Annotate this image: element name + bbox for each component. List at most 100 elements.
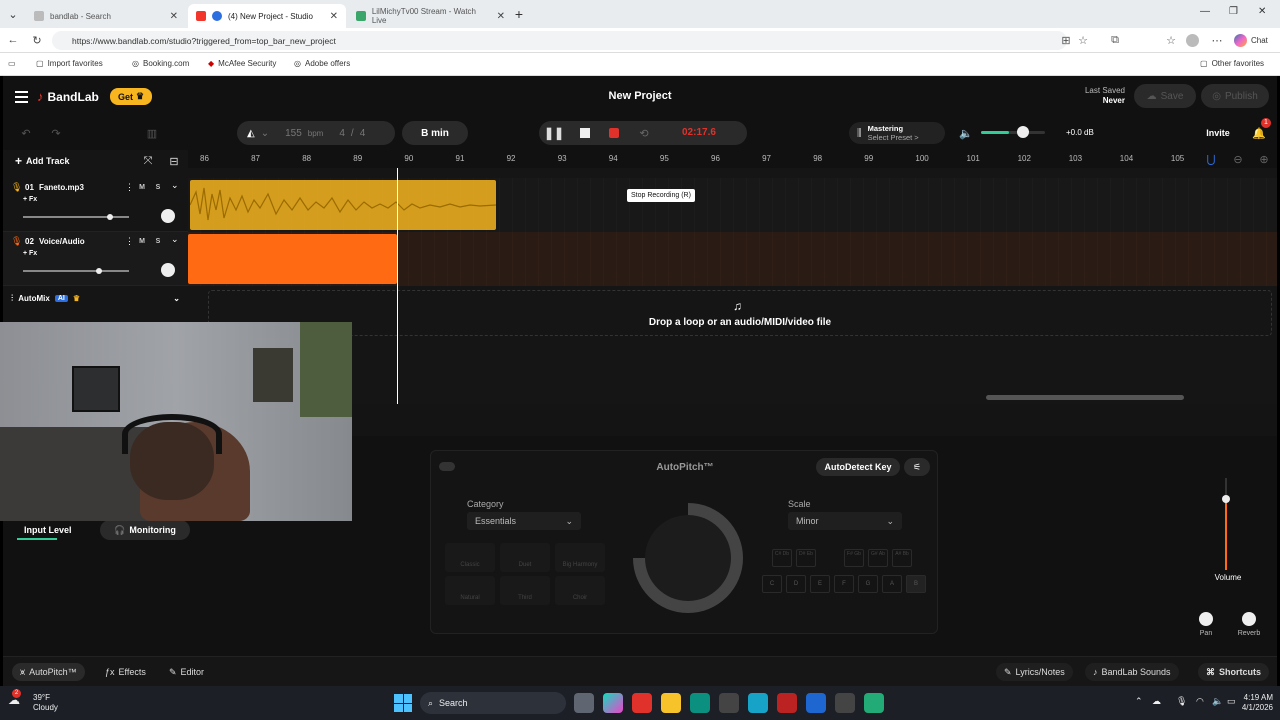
refresh-icon[interactable]: ↻ bbox=[26, 29, 48, 51]
lyrics-notes-button[interactable]: ✎ Lyrics/Notes bbox=[996, 663, 1073, 681]
drop-zone[interactable]: ♫ Drop a loop or an audio/MIDI/video fil… bbox=[208, 290, 1272, 336]
key-button[interactable]: F# Gb bbox=[844, 549, 864, 567]
playhead[interactable] bbox=[397, 168, 398, 404]
piano-icon[interactable]: ▥ bbox=[141, 122, 163, 144]
favorite-import[interactable]: ▢ Import favorites bbox=[36, 59, 103, 68]
track-row[interactable]: 🎙 01 Faneto.mp3 ⋮ M S ⌄ + Fx bbox=[3, 178, 188, 232]
key-button[interactable]: G# Ab bbox=[868, 549, 888, 567]
pause-icon[interactable]: ❚❚ bbox=[543, 122, 565, 144]
settings-sliders-icon[interactable]: ⚟ bbox=[904, 458, 930, 476]
category-select[interactable]: Essentials ⌄ bbox=[467, 512, 581, 530]
extensions-icon[interactable]: ⧉ bbox=[1104, 29, 1126, 51]
app-icon[interactable] bbox=[632, 693, 652, 713]
track-volume-slider[interactable] bbox=[23, 270, 129, 272]
reverb-knob[interactable] bbox=[1242, 612, 1256, 626]
key-button[interactable]: G bbox=[858, 575, 878, 593]
save-button[interactable]: ☁ Save bbox=[1134, 84, 1196, 108]
effect-option[interactable]: Third bbox=[500, 576, 550, 605]
browser-tab-studio[interactable]: (4) New Project - Studio ✕ bbox=[188, 4, 346, 28]
key-button[interactable]: A# Bb bbox=[892, 549, 912, 567]
track-pan-knob[interactable] bbox=[161, 263, 175, 277]
reading-icon[interactable]: ▭ bbox=[8, 59, 16, 68]
favorites-icon[interactable]: ☆ bbox=[1160, 29, 1182, 51]
mic-icon[interactable]: 🎙 bbox=[1176, 696, 1187, 707]
effect-option[interactable]: Duet bbox=[500, 543, 550, 572]
profile-avatar[interactable] bbox=[1186, 34, 1199, 47]
more-icon[interactable]: ⋮ bbox=[125, 236, 134, 247]
bpm-value[interactable]: 155 bbox=[285, 128, 302, 139]
close-window-icon[interactable]: ✕ bbox=[1258, 6, 1266, 17]
tab-editor[interactable]: ✎ Editor bbox=[161, 663, 212, 681]
track-row[interactable]: 🎙 02 Voice/Audio ⋮ M S ⌄ + Fx bbox=[3, 232, 188, 286]
loop-icon[interactable]: ⟲ bbox=[633, 122, 655, 144]
solo-button[interactable]: S bbox=[152, 181, 164, 193]
monitoring-button[interactable]: 🎧 Monitoring bbox=[100, 520, 190, 540]
chevron-down-icon[interactable]: ⌄ bbox=[171, 234, 179, 245]
store-icon[interactable] bbox=[835, 693, 855, 713]
key-button[interactable]: C bbox=[762, 575, 782, 593]
key-button[interactable]: B bbox=[906, 575, 926, 593]
mcafee-icon[interactable] bbox=[777, 693, 797, 713]
effect-option[interactable]: Choir bbox=[555, 576, 605, 605]
key-button[interactable]: D bbox=[786, 575, 806, 593]
chevron-down-icon[interactable]: ⌄ bbox=[171, 180, 179, 191]
recording-clip-voice[interactable] bbox=[188, 234, 397, 284]
shortcuts-button[interactable]: ⌘ Shortcuts bbox=[1198, 663, 1270, 681]
timeline-ruler[interactable]: 86 87 88 89 90 91 92 93 94 95 96 97 98 99 100 101 102 103… bbox=[188, 150, 1277, 168]
solo-button[interactable]: S bbox=[152, 235, 164, 247]
track-pan-knob[interactable] bbox=[161, 209, 175, 223]
track-name[interactable]: Faneto.mp3 bbox=[39, 183, 84, 192]
close-tab-icon[interactable]: ✕ bbox=[170, 11, 178, 22]
volume-fader-track[interactable] bbox=[1225, 478, 1227, 570]
strength-dial[interactable] bbox=[633, 503, 743, 613]
track-settings-icon[interactable]: ⊟ bbox=[163, 150, 185, 172]
new-tab-icon[interactable]: + bbox=[508, 3, 530, 25]
bandlab-logo[interactable]: ♪ BandLab bbox=[37, 89, 99, 104]
time-sig-numerator[interactable]: 4 bbox=[339, 128, 345, 139]
autopitch-toggle[interactable] bbox=[439, 462, 455, 471]
automix-row[interactable]: ⫶ AutoMix AI ♛ ⌄ bbox=[3, 286, 188, 310]
autodetect-key-button[interactable]: AutoDetect Key bbox=[816, 458, 900, 476]
hamburger-menu-icon[interactable] bbox=[15, 91, 28, 103]
task-view-icon[interactable] bbox=[574, 693, 594, 713]
undo-icon[interactable]: ↶ bbox=[15, 122, 37, 144]
wifi-icon[interactable]: ◠ bbox=[1196, 696, 1204, 707]
record-stop-icon[interactable] bbox=[609, 128, 619, 138]
effect-option[interactable]: Natural bbox=[445, 576, 495, 605]
bandlab-sounds-button[interactable]: ♪ BandLab Sounds bbox=[1085, 663, 1179, 681]
stop-icon[interactable] bbox=[580, 128, 590, 138]
tab-autopitch[interactable]: ⩙ AutoPitch™ bbox=[12, 663, 85, 681]
zoom-out-icon[interactable]: ⊖ bbox=[1227, 148, 1249, 170]
effect-option[interactable]: Big Harmony bbox=[555, 543, 605, 572]
favorite-adobe[interactable]: ◎ Adobe offers bbox=[294, 59, 350, 68]
edge-icon[interactable] bbox=[690, 693, 710, 713]
speaker-icon[interactable]: 🔈 bbox=[955, 122, 977, 144]
track-volume-handle[interactable] bbox=[106, 214, 113, 220]
project-title[interactable]: New Project bbox=[563, 90, 717, 102]
key-button[interactable]: E bbox=[810, 575, 830, 593]
wand-icon[interactable]: ⤧ bbox=[137, 150, 159, 172]
tab-effects[interactable]: ƒx Effects bbox=[97, 663, 154, 681]
volume-icon[interactable]: 🔈 bbox=[1212, 696, 1223, 707]
close-tab-icon[interactable]: ✕ bbox=[497, 11, 505, 22]
tab-actions-icon[interactable]: ⌄ bbox=[2, 3, 24, 25]
key-button[interactable]: C# Db bbox=[772, 549, 792, 567]
mute-button[interactable]: M bbox=[136, 181, 148, 193]
track-volume-handle[interactable] bbox=[96, 268, 103, 274]
add-fx-button[interactable]: + Fx bbox=[23, 250, 37, 257]
browser-tab-search[interactable]: bandlab - Search ✕ bbox=[26, 4, 186, 28]
mail-icon[interactable] bbox=[806, 693, 826, 713]
back-icon[interactable]: ← bbox=[2, 29, 24, 51]
minimize-icon[interactable]: — bbox=[1200, 6, 1210, 17]
effect-option[interactable]: Classic bbox=[445, 543, 495, 572]
redo-icon[interactable]: ↷ bbox=[45, 122, 67, 144]
copilot-chat-button[interactable]: Chat bbox=[1234, 34, 1268, 47]
volume-fader-handle[interactable] bbox=[1222, 495, 1230, 503]
key-button[interactable]: F bbox=[834, 575, 854, 593]
app-icon[interactable] bbox=[864, 693, 884, 713]
audio-clip-faneto[interactable] bbox=[190, 180, 496, 230]
time-sig-denominator[interactable]: 4 bbox=[360, 128, 366, 139]
more-menu-icon[interactable]: ⋯ bbox=[1206, 29, 1228, 51]
favorite-booking[interactable]: ◎ Booking.com bbox=[132, 59, 189, 68]
browser-tab-stream[interactable]: LilMichyTv00 Stream - Watch Live ✕ bbox=[348, 4, 513, 28]
